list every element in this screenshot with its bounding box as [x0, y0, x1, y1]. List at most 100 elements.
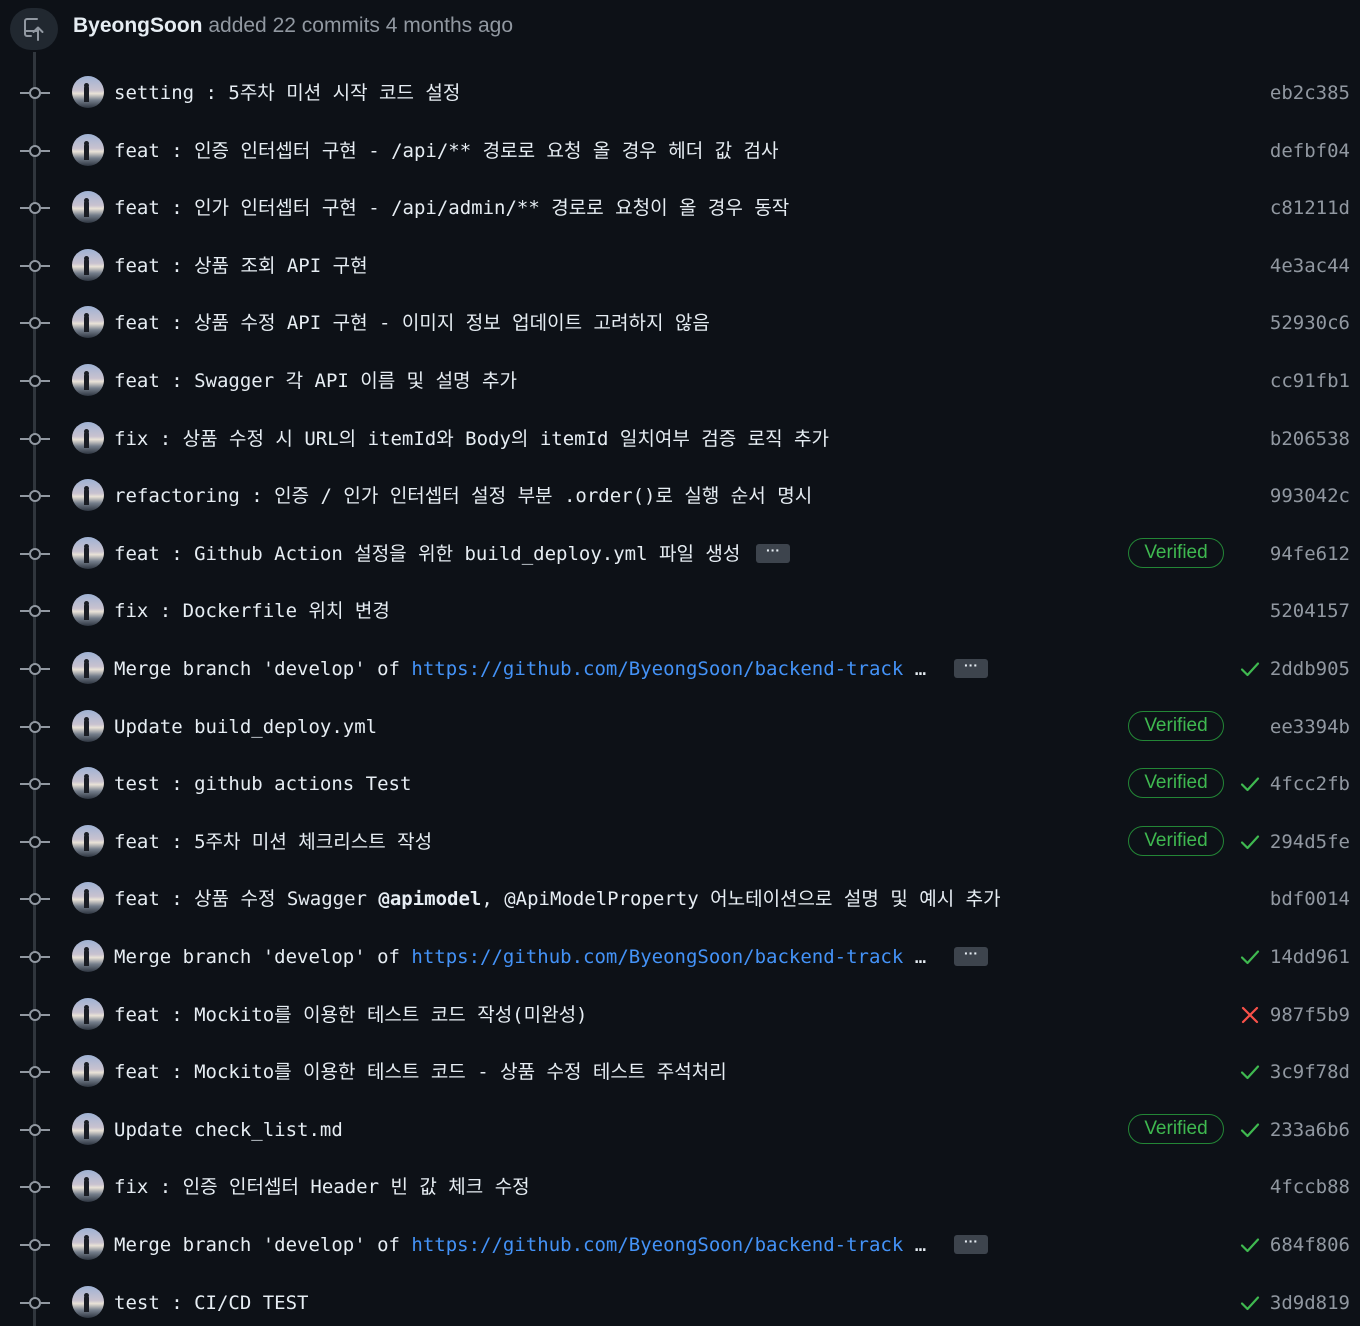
commit-message[interactable]: feat : 상품 조회 API 구현 — [114, 254, 368, 278]
expand-message-button[interactable]: ··· — [756, 543, 790, 563]
commit-sha[interactable]: b206538 — [1270, 427, 1350, 451]
check-icon[interactable] — [1240, 1235, 1260, 1255]
commit-message[interactable]: test : github actions Test — [114, 772, 411, 796]
commit-sha[interactable]: bdf0014 — [1270, 887, 1350, 911]
commit-node-icon — [20, 776, 50, 792]
repo-link[interactable]: https://github.com/ByeongSoon/backend-tr… — [411, 658, 903, 680]
commit-sha[interactable]: 4fcc2fb — [1270, 772, 1350, 796]
commit-sha[interactable]: cc91fb1 — [1270, 369, 1350, 393]
commit-message[interactable]: setting : 5주차 미션 시작 코드 설정 — [114, 81, 460, 105]
commit-row: feat : 상품 조회 API 구현 4e3ac44 — [0, 246, 1360, 286]
avatar[interactable] — [72, 882, 104, 914]
avatar[interactable] — [72, 76, 104, 108]
check-icon[interactable] — [1240, 1293, 1260, 1313]
commit-node-icon — [20, 719, 50, 735]
commit-message[interactable]: fix : 상품 수정 시 URL의 itemId와 Body의 itemId … — [114, 427, 829, 451]
commit-node-icon — [20, 200, 50, 216]
commit-message[interactable]: Update check_list.md — [114, 1118, 343, 1142]
commit-message[interactable]: fix : Dockerfile 위치 변경 — [114, 599, 390, 623]
commit-sha[interactable]: defbf04 — [1270, 139, 1350, 163]
commit-message[interactable]: fix : 인증 인터셉터 Header 빈 값 체크 수정 — [114, 1175, 530, 1199]
commit-sha[interactable]: 294d5fe — [1270, 830, 1350, 854]
commit-message[interactable]: Merge branch 'develop' of https://github… — [114, 657, 926, 681]
avatar[interactable] — [72, 422, 104, 454]
expand-message-button[interactable]: ··· — [954, 658, 988, 678]
check-icon[interactable] — [1240, 659, 1260, 679]
avatar[interactable] — [72, 594, 104, 626]
repo-link[interactable]: https://github.com/ByeongSoon/backend-tr… — [411, 946, 903, 968]
avatar[interactable] — [72, 479, 104, 511]
commit-sha[interactable]: 52930c6 — [1270, 311, 1350, 335]
commit-sha[interactable]: 993042c — [1270, 484, 1350, 508]
commit-sha[interactable]: ee3394b — [1270, 715, 1350, 739]
x-icon[interactable] — [1240, 1005, 1260, 1025]
check-icon[interactable] — [1240, 774, 1260, 794]
commit-message[interactable]: feat : Mockito를 이용한 테스트 코드 작성(미완성) — [114, 1003, 588, 1027]
avatar[interactable] — [72, 1228, 104, 1260]
avatar[interactable] — [72, 134, 104, 166]
commit-sha[interactable]: 2ddb905 — [1270, 657, 1350, 681]
commit-sha[interactable]: 3c9f78d — [1270, 1060, 1350, 1084]
commit-message[interactable]: refactoring : 인증 / 인가 인터셉터 설정 부분 .order(… — [114, 484, 812, 508]
avatar[interactable] — [72, 249, 104, 281]
avatar[interactable] — [72, 1113, 104, 1145]
avatar[interactable] — [72, 537, 104, 569]
commit-row: test : github actions Test 4fcc2fb Verifie… — [0, 764, 1360, 804]
commit-message[interactable]: feat : Mockito를 이용한 테스트 코드 - 상품 수정 테스트 주… — [114, 1060, 727, 1084]
commit-sha[interactable]: 233a6b6 — [1270, 1118, 1350, 1142]
commit-sha[interactable]: 684f806 — [1270, 1233, 1350, 1257]
avatar[interactable] — [72, 710, 104, 742]
check-icon[interactable] — [1240, 832, 1260, 852]
commit-message[interactable]: test : CI/CD TEST — [114, 1291, 308, 1315]
commit-sha[interactable]: 987f5b9 — [1270, 1003, 1350, 1027]
avatar[interactable] — [72, 1055, 104, 1087]
avatar[interactable] — [72, 940, 104, 972]
repo-link[interactable]: https://github.com/ByeongSoon/backend-tr… — [411, 1234, 903, 1256]
commit-message[interactable]: feat : 인증 인터셉터 구현 - /api/** 경로로 요청 올 경우 … — [114, 139, 779, 163]
avatar[interactable] — [72, 191, 104, 223]
verified-badge[interactable]: Verified — [1128, 768, 1224, 798]
avatar[interactable] — [72, 998, 104, 1030]
author-link[interactable]: ByeongSoon — [73, 14, 203, 37]
commit-node-icon — [20, 603, 50, 619]
verified-badge[interactable]: Verified — [1128, 1114, 1224, 1144]
commit-message[interactable]: feat : 상품 수정 API 구현 - 이미지 정보 업데이트 고려하지 않… — [114, 311, 710, 335]
commit-message[interactable]: feat : 5주차 미션 체크리스트 작성 — [114, 830, 432, 854]
commit-sha[interactable]: eb2c385 — [1270, 81, 1350, 105]
commit-message[interactable]: feat : Swagger 각 API 이름 및 설명 추가 — [114, 369, 517, 393]
commit-message[interactable]: Update build_deploy.yml — [114, 715, 377, 739]
user-mention[interactable]: @apimodel — [378, 888, 481, 910]
commit-message[interactable]: feat : Github Action 설정을 위한 build_deploy… — [114, 542, 740, 566]
commit-sha[interactable]: c81211d — [1270, 196, 1350, 220]
avatar[interactable] — [72, 652, 104, 684]
avatar[interactable] — [72, 306, 104, 338]
expand-message-button[interactable]: ··· — [954, 946, 988, 966]
commit-sha[interactable]: 3d9d819 — [1270, 1291, 1350, 1315]
commit-message[interactable]: Merge branch 'develop' of https://github… — [114, 1233, 926, 1257]
avatar[interactable] — [72, 767, 104, 799]
verified-badge[interactable]: Verified — [1128, 711, 1224, 741]
verified-badge[interactable]: Verified — [1128, 826, 1224, 856]
commit-sha[interactable]: 5204157 — [1270, 599, 1350, 623]
commit-message[interactable]: feat : 인가 인터셉터 구현 - /api/admin/** 경로로 요청… — [114, 196, 789, 220]
check-icon[interactable] — [1240, 947, 1260, 967]
avatar[interactable] — [72, 1170, 104, 1202]
expand-message-button[interactable]: ··· — [954, 1234, 988, 1254]
commit-sha[interactable]: 94fe612 — [1270, 542, 1350, 566]
commit-message[interactable]: Merge branch 'develop' of https://github… — [114, 945, 926, 969]
commit-sha[interactable]: 4e3ac44 — [1270, 254, 1350, 278]
avatar[interactable] — [72, 364, 104, 396]
check-icon[interactable] — [1240, 1062, 1260, 1082]
commit-row: Merge branch 'develop' of https://github… — [0, 1225, 1360, 1265]
commit-row: feat : 인증 인터셉터 구현 - /api/** 경로로 요청 올 경우 … — [0, 131, 1360, 171]
check-icon[interactable] — [1240, 1120, 1260, 1140]
commit-message-text: Merge branch 'develop' of — [114, 1234, 412, 1256]
avatar[interactable] — [72, 825, 104, 857]
commit-message[interactable]: feat : 상품 수정 Swagger @apimodel, @ApiMode… — [114, 887, 1001, 911]
verified-badge[interactable]: Verified — [1128, 538, 1224, 568]
commit-row: feat : 상품 수정 Swagger @apimodel, @ApiMode… — [0, 879, 1360, 919]
commit-sha[interactable]: 14dd961 — [1270, 945, 1350, 969]
commit-sha[interactable]: 4fccb88 — [1270, 1175, 1350, 1199]
avatar[interactable] — [72, 1286, 104, 1318]
commit-row: feat : Mockito를 이용한 테스트 코드 작성(미완성) 987f5b… — [0, 995, 1360, 1035]
